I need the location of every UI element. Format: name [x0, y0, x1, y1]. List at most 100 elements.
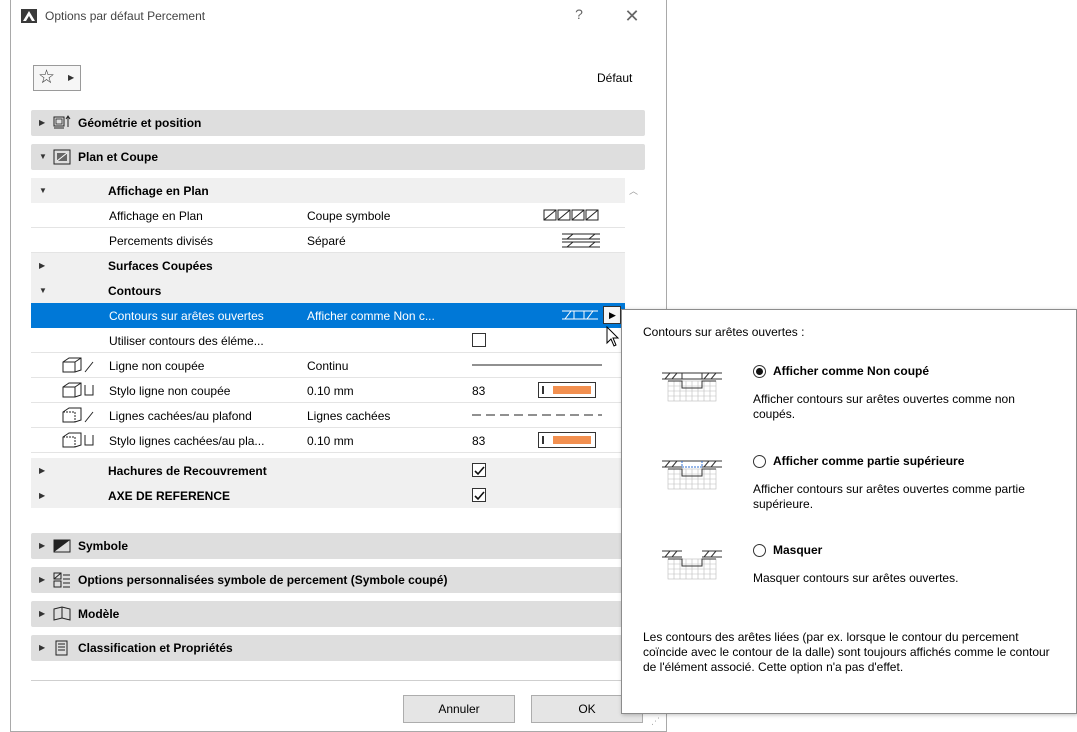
- footer-divider: [31, 680, 645, 681]
- group-surfaces-coupees[interactable]: ▶ Surfaces Coupées: [31, 253, 625, 278]
- section-geometry-label: Géométrie et position: [78, 116, 202, 130]
- contours-info-popup: Contours sur arêtes ouvertes : Afficher …: [621, 309, 1077, 714]
- row-stylo-lignes-cachees[interactable]: Stylo lignes cachées/au pla... 0.10 mm 8…: [31, 428, 625, 453]
- archicad-app-icon: [21, 9, 37, 23]
- collapse-arrow-icon: ▼: [39, 186, 47, 195]
- favorites-button[interactable]: ☆ ▶: [33, 65, 81, 91]
- group-label: Affichage en Plan: [108, 184, 209, 198]
- section-geometry[interactable]: ▶ Géométrie et position: [31, 110, 645, 136]
- group-contours[interactable]: ▼ Contours: [31, 278, 625, 303]
- hachures-checkbox[interactable]: [472, 463, 486, 477]
- pen-color-fill: [553, 386, 591, 394]
- section-options-personnalisees[interactable]: ▶ Options personnalisées symbole de perc…: [31, 567, 645, 593]
- row-stylo-ligne-non-coupee[interactable]: Stylo ligne non coupée 0.10 mm 83: [31, 378, 625, 403]
- group-hachures-recouvrement[interactable]: ▶ Hachures de Recouvrement: [31, 458, 625, 483]
- group-label: Hachures de Recouvrement: [108, 464, 267, 478]
- group-label: Contours: [108, 284, 162, 298]
- row-lignes-cachees[interactable]: Lignes cachées/au plafond Lignes cachées: [31, 403, 625, 428]
- property-name: Affichage en Plan: [109, 209, 203, 223]
- radio-partie-superieure[interactable]: [753, 455, 766, 468]
- geometry-icon: [53, 115, 71, 129]
- pen-color-swatch[interactable]: [538, 432, 596, 448]
- collapse-arrow-icon: ▼: [39, 286, 47, 295]
- symbol-cut-icon: [543, 209, 599, 221]
- row-utiliser-contours[interactable]: Utiliser contours des éléme...: [31, 328, 625, 353]
- row-contours-aretes-ouvertes[interactable]: Contours sur arêtes ouvertes Afficher co…: [31, 303, 625, 328]
- cancel-button[interactable]: Annuler: [403, 695, 515, 723]
- group-label: Surfaces Coupées: [108, 259, 213, 273]
- section-plan-coupe-label: Plan et Coupe: [78, 150, 159, 164]
- window-title: Options par défaut Percement: [45, 9, 206, 23]
- scroll-up-icon[interactable]: ︿: [629, 184, 638, 197]
- hidden-pen-icon: [62, 432, 94, 448]
- uncut-option-icon: [662, 372, 722, 402]
- pen-number: 83: [472, 384, 486, 398]
- section-options-label: Options personnalisées symbole de percem…: [78, 573, 448, 587]
- section-modele[interactable]: ▶ Modèle: [31, 601, 645, 627]
- row-affichage-en-plan[interactable]: Affichage en Plan Coupe symbole: [31, 203, 625, 228]
- model-icon: [53, 606, 71, 621]
- symbol-icon: [53, 539, 71, 553]
- option-description: Masquer contours sur arêtes ouvertes.: [753, 571, 959, 585]
- property-name: Stylo lignes cachées/au pla...: [109, 434, 265, 448]
- help-button[interactable]: ?: [567, 6, 591, 26]
- expand-arrow-icon: ▶: [39, 643, 46, 652]
- options-dialog: Options par défaut Percement ? ✕ ☆ ▶ Déf…: [10, 0, 667, 732]
- property-value: 0.10 mm: [307, 384, 354, 398]
- expand-arrow-icon: ▶: [39, 118, 46, 127]
- group-axe-reference[interactable]: ▶ AXE DE REFERENCE: [31, 483, 625, 508]
- popup-title: Contours sur arêtes ouvertes :: [643, 325, 805, 339]
- pen-color-swatch[interactable]: [538, 382, 596, 398]
- option-description: Afficher contours sur arêtes ouvertes co…: [753, 482, 1025, 511]
- collapse-arrow-icon: ▼: [39, 152, 47, 161]
- radio-selected-dot: [756, 368, 763, 375]
- check-icon: [474, 466, 485, 476]
- dashed-line-preview: [472, 414, 602, 416]
- arrow-right-icon: ▶: [68, 73, 75, 82]
- expand-arrow-icon: ▶: [39, 466, 46, 475]
- expand-arrow-icon: ▶: [39, 491, 46, 500]
- property-name: Percements divisés: [109, 234, 214, 248]
- section-modele-label: Modèle: [78, 607, 120, 621]
- section-symbole-label: Symbole: [78, 539, 129, 553]
- close-button[interactable]: ✕: [617, 4, 647, 28]
- pen-number: 83: [472, 434, 486, 448]
- pen-weight-mark: [542, 386, 544, 394]
- property-name: Contours sur arêtes ouvertes: [109, 309, 264, 323]
- option-label: Afficher comme Non coupé: [773, 364, 930, 378]
- title-bar: Options par défaut Percement ? ✕: [11, 0, 666, 32]
- property-name: Ligne non coupée: [109, 359, 205, 373]
- row-ligne-non-coupee[interactable]: Ligne non coupée Continu: [31, 353, 625, 378]
- row-percements-divises[interactable]: Percements divisés Séparé: [31, 228, 625, 253]
- cursor-icon: [606, 326, 620, 347]
- info-popup-button[interactable]: ▶: [603, 306, 621, 324]
- property-value: Afficher comme Non c...: [307, 309, 435, 323]
- section-symbole[interactable]: ▶ Symbole: [31, 533, 645, 559]
- group-affichage-en-plan[interactable]: ▼ Affichage en Plan ︿: [31, 178, 638, 203]
- section-plan-coupe[interactable]: ▼ Plan et Coupe: [31, 144, 645, 170]
- plan-section-icon: [53, 149, 71, 165]
- expand-arrow-icon: ▶: [39, 575, 46, 584]
- property-value: Continu: [307, 359, 349, 373]
- line-type-icon: [62, 357, 94, 373]
- radio-non-coupe[interactable]: [753, 365, 766, 378]
- custom-settings-icon: [53, 572, 70, 588]
- popup-note: Les contours des arêtes liées (par ex. l…: [643, 630, 1050, 674]
- section-classification[interactable]: ▶ Classification et Propriétés: [31, 635, 645, 661]
- section-classification-label: Classification et Propriétés: [78, 641, 233, 655]
- group-label: AXE DE REFERENCE: [108, 489, 231, 503]
- pen-weight-mark: [542, 436, 544, 444]
- option-label: Masquer: [773, 543, 823, 557]
- resize-grip-icon[interactable]: ⋰: [651, 716, 660, 727]
- settings-tree: ▼ Affichage en Plan ︿ Affichage en Plan …: [31, 174, 645, 524]
- document-icon: [55, 640, 68, 656]
- hide-option-icon: [662, 550, 722, 580]
- expand-arrow-icon: ▶: [39, 541, 46, 550]
- property-value: Coupe symbole: [307, 209, 391, 223]
- axe-checkbox[interactable]: [472, 488, 486, 502]
- option-description: Afficher contours sur arêtes ouvertes co…: [753, 392, 1015, 421]
- property-value: Séparé: [307, 234, 346, 248]
- radio-masquer[interactable]: [753, 544, 766, 557]
- star-icon: ☆: [38, 67, 56, 88]
- utiliser-contours-checkbox[interactable]: [472, 333, 486, 347]
